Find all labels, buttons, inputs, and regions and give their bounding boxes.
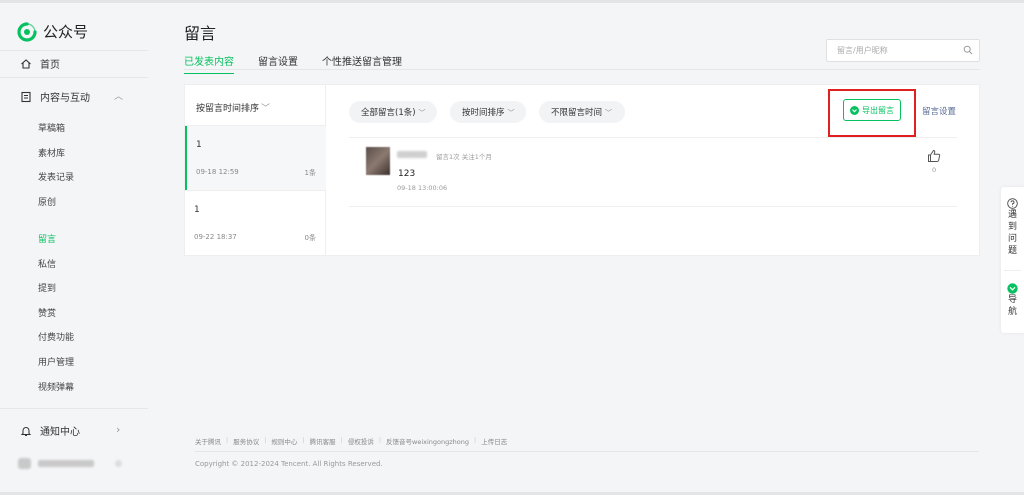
copyright: Copyright © 2012-2024 Tencent. All Right… <box>195 460 383 468</box>
chevron-down-icon: ﹀ <box>418 109 426 117</box>
search-placeholder: 留言/用户昵称 <box>837 46 888 55</box>
thumbs-up-icon[interactable] <box>927 149 941 163</box>
like-count: 0 <box>932 166 937 174</box>
guide-button[interactable]: 导航 <box>1001 283 1024 318</box>
divider <box>0 77 148 78</box>
chevron-right-icon[interactable]: › <box>116 423 120 436</box>
divider <box>184 69 980 70</box>
divider <box>349 137 957 138</box>
sidebar-item-notifications[interactable]: 通知中心 <box>20 423 80 438</box>
footer-link[interactable]: 规则中心 <box>271 436 297 446</box>
guide-label: 导航 <box>1007 295 1017 317</box>
article-item[interactable]: 1 09-22 18:37 0条 <box>185 191 326 255</box>
account-name[interactable] <box>38 460 94 467</box>
sidebar: 公众号 首页 内容与互动 ︿ 草稿箱 素材库 发表记录 原创 留言 私信 提到 … <box>0 3 148 492</box>
filter-sort[interactable]: 按时间排序 ﹀ <box>450 101 526 123</box>
footer-links: 关于腾讯 | 服务协议 | 规则中心 | 腾讯客服 | 侵权投诉 | 反馈音号weixin… <box>195 436 508 446</box>
tab-published[interactable]: 已发表内容 <box>184 53 234 74</box>
tab-bar: 已发表内容 留言设置 个性推送留言管理 <box>184 53 426 74</box>
article-item[interactable]: 1 09-18 12:59 1条 <box>185 126 326 190</box>
chevron-up-icon[interactable]: ︿ <box>114 89 123 102</box>
sidebar-item-publish-records[interactable]: 发表记录 <box>38 170 74 183</box>
comment-time: 09-18 13:00:06 <box>397 184 448 192</box>
guide-icon <box>1007 283 1018 294</box>
sidebar-group-label: 内容与互动 <box>40 93 90 104</box>
tab-personalized-comments[interactable]: 个性推送留言管理 <box>322 53 402 74</box>
article-title: 1 <box>194 205 200 215</box>
filter-label: 按时间排序 <box>462 108 505 118</box>
help-label: 遇到问题 <box>1007 210 1017 256</box>
article-date: 09-22 18:37 <box>194 233 237 241</box>
wechat-mp-logo-icon <box>17 21 37 42</box>
sidebar-item-label: 首页 <box>40 60 60 71</box>
sidebar-item-user-management[interactable]: 用户管理 <box>38 355 74 368</box>
floating-help-widget: 遇到问题 导航 <box>1001 187 1024 333</box>
sidebar-item-rewards[interactable]: 赞赏 <box>38 306 56 319</box>
divider <box>0 408 148 409</box>
footer-link[interactable]: 服务协议 <box>233 436 259 446</box>
avatar[interactable] <box>366 147 390 175</box>
filter-time[interactable]: 不限留言时间 ﹀ <box>539 101 625 123</box>
filter-label: 全部留言(1条) <box>361 108 416 118</box>
sidebar-item-paid-features[interactable]: 付费功能 <box>38 330 74 343</box>
logo-text: 公众号 <box>43 23 89 41</box>
filter-all-comments[interactable]: 全部留言(1条) ﹀ <box>349 101 437 123</box>
divider <box>195 451 979 452</box>
account-status-icon <box>115 460 122 467</box>
page-title: 留言 <box>184 24 217 43</box>
avatar[interactable] <box>18 458 31 469</box>
logo[interactable]: 公众号 <box>17 21 88 42</box>
divider <box>349 206 957 207</box>
help-button[interactable]: 遇到问题 <box>1001 198 1024 257</box>
top-border <box>0 0 1024 3</box>
filter-label: 不限留言时间 <box>551 108 603 118</box>
comment-text: 123 <box>398 169 416 179</box>
article-date: 09-18 12:59 <box>196 168 239 176</box>
tab-comment-settings[interactable]: 留言设置 <box>258 53 298 74</box>
bell-icon <box>20 426 32 436</box>
commenter-name[interactable] <box>397 151 427 158</box>
sidebar-group-content[interactable]: 内容与互动 <box>20 89 90 104</box>
sort-dropdown[interactable]: 按留言时间排序 ﹀ <box>196 101 270 114</box>
comment-settings-link[interactable]: 留言设置 <box>922 105 956 117</box>
search-icon[interactable] <box>963 45 973 55</box>
footer-link[interactable]: 反馈音号weixingongzhong <box>386 436 469 446</box>
article-comment-count: 1条 <box>304 169 316 177</box>
divider <box>1004 270 1021 271</box>
footer-link[interactable]: 关于腾讯 <box>195 436 221 446</box>
sidebar-item-label: 通知中心 <box>40 427 80 438</box>
export-comments-button[interactable]: 导出留言 <box>843 99 901 121</box>
footer-link[interactable]: 腾讯客服 <box>310 436 336 446</box>
sidebar-item-materials[interactable]: 素材库 <box>38 146 65 159</box>
footer-link[interactable]: 侵权投诉 <box>348 436 374 446</box>
commenter-meta: 留言1次 关注1个月 <box>436 153 492 161</box>
footer-link[interactable]: 上传日志 <box>481 436 507 446</box>
comments-panel: 按留言时间排序 ﹀ 1 09-18 12:59 1条 1 09-22 18:37 … <box>184 84 980 257</box>
article-title: 1 <box>196 140 202 150</box>
document-icon <box>21 91 31 102</box>
article-comment-count: 0条 <box>304 234 316 242</box>
sidebar-item-comments[interactable]: 留言 <box>38 232 56 245</box>
chevron-down-icon: ﹀ <box>261 104 271 114</box>
sidebar-item-original[interactable]: 原创 <box>38 195 56 208</box>
article-list: 按留言时间排序 ﹀ 1 09-18 12:59 1条 1 09-22 18:37 … <box>185 85 326 257</box>
home-icon <box>21 58 31 69</box>
sidebar-item-messages[interactable]: 私信 <box>38 257 56 270</box>
sort-label: 按留言时间排序 <box>196 104 260 114</box>
sidebar-item-video-danmaku[interactable]: 视频弹幕 <box>38 380 74 393</box>
chevron-down-icon: ﹀ <box>605 109 613 117</box>
download-icon <box>850 105 859 115</box>
question-icon <box>1007 198 1018 209</box>
divider <box>0 50 148 51</box>
search-input[interactable]: 留言/用户昵称 <box>826 39 980 62</box>
chevron-down-icon: ﹀ <box>507 109 515 117</box>
sidebar-item-mentions[interactable]: 提到 <box>38 281 56 294</box>
sidebar-item-drafts[interactable]: 草稿箱 <box>38 121 65 134</box>
export-label: 导出留言 <box>862 105 894 115</box>
sidebar-item-home[interactable]: 首页 <box>20 56 60 71</box>
